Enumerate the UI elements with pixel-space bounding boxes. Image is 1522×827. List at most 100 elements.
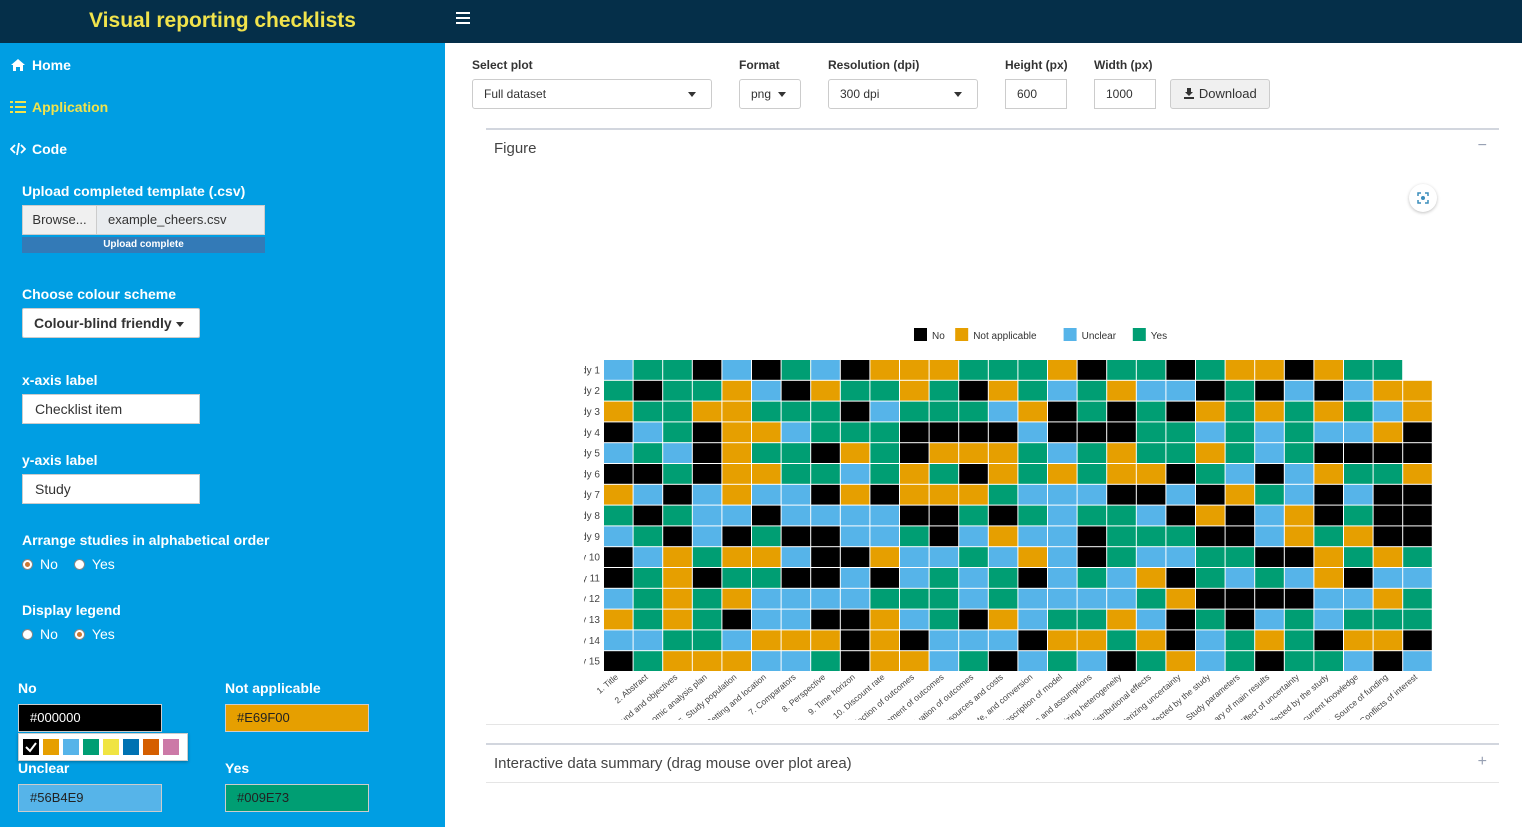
heatmap-cell xyxy=(1225,588,1255,609)
heatmap-cell xyxy=(1107,443,1136,463)
heatmap-cell xyxy=(900,422,929,443)
heatmap-cell xyxy=(1403,568,1432,588)
swatch-black[interactable] xyxy=(23,739,39,755)
alphabetical-yes-radio[interactable] xyxy=(73,558,85,570)
heatmap-cell xyxy=(1196,443,1225,463)
resolution-dropdown[interactable]: 300 dpi xyxy=(828,79,978,109)
heatmap-cell xyxy=(1255,380,1284,401)
heatmap-cell xyxy=(781,484,811,505)
alphabetical-no-radio[interactable] xyxy=(22,558,33,570)
sidebar-toggle-icon[interactable] xyxy=(456,12,470,24)
nav-item-home[interactable]: Home xyxy=(10,57,71,73)
heatmap-cell xyxy=(1196,547,1225,567)
heatmap-cell xyxy=(1373,505,1403,526)
heatmap-cell xyxy=(1373,380,1403,401)
heatmap-cell xyxy=(1373,443,1403,463)
heatmap-cell xyxy=(1284,651,1314,671)
heatmap-cell xyxy=(1284,422,1314,443)
heatmap-cell xyxy=(1225,464,1255,484)
heatmap-cell xyxy=(604,443,633,463)
y-tick-label: Study 11 xyxy=(584,573,600,584)
browse-button[interactable]: Browse... xyxy=(22,205,97,235)
heatmap-cell xyxy=(692,422,722,443)
upload-progress-bar: Upload complete xyxy=(22,237,265,253)
heatmap-cell xyxy=(1196,464,1225,484)
heatmap-cell xyxy=(870,380,899,401)
main-content: Select plot Full dataset Format png Reso… xyxy=(445,43,1522,827)
heatmap-cell xyxy=(1107,360,1136,380)
swatch-orange[interactable] xyxy=(43,739,59,755)
heatmap-cell xyxy=(1018,422,1047,443)
color-na-input[interactable]: #E69F00 xyxy=(225,704,369,732)
colour-scheme-select[interactable]: Colour-blind friendly xyxy=(22,308,200,338)
heatmap-cell xyxy=(633,484,663,505)
heatmap-cell xyxy=(900,568,929,588)
swatch-yellow[interactable] xyxy=(103,739,119,755)
download-button[interactable]: Download xyxy=(1170,79,1270,109)
legend-key xyxy=(955,328,969,341)
chevron-down-icon xyxy=(688,92,696,97)
legend-label: Unclear xyxy=(1082,331,1117,342)
select-plot-dropdown[interactable]: Full dataset xyxy=(472,79,712,109)
heatmap-cell xyxy=(752,360,781,380)
heatmap-cell xyxy=(1077,422,1107,443)
fullscreen-button[interactable] xyxy=(1409,184,1437,212)
heatmap-cell xyxy=(870,630,899,651)
legend-yes-radio[interactable] xyxy=(73,628,85,640)
width-input[interactable]: 1000 xyxy=(1094,79,1156,109)
heatmap-cell xyxy=(1284,464,1314,484)
heatmap-cell xyxy=(1048,360,1077,380)
nav-item-application[interactable]: Application xyxy=(10,99,108,115)
swatch-vermillion[interactable] xyxy=(143,739,159,755)
heatmap-cell xyxy=(1314,609,1343,630)
heatmap-cell xyxy=(959,464,988,484)
heatmap-cell xyxy=(870,360,899,380)
heatmap-cell xyxy=(1166,443,1195,463)
heatmap-cell xyxy=(692,443,722,463)
heatmap-cell xyxy=(1344,505,1373,526)
checklist-heatmap[interactable]: NoNot applicableUnclearYesStudyStudy 1St… xyxy=(584,270,1464,720)
heatmap-cell xyxy=(752,380,781,401)
heatmap-cell xyxy=(1373,360,1403,380)
legend-no-radio[interactable] xyxy=(22,628,33,640)
height-input[interactable]: 600 xyxy=(1005,79,1067,109)
heatmap-cell xyxy=(1255,484,1284,505)
heatmap-cell xyxy=(1136,443,1166,463)
heatmap-cell xyxy=(1314,380,1343,401)
heatmap-cell xyxy=(1018,484,1047,505)
download-icon xyxy=(1184,88,1195,99)
expand-icon[interactable]: + xyxy=(1478,753,1487,771)
heatmap-cell xyxy=(840,630,870,651)
swatch-sky-blue[interactable] xyxy=(63,739,79,755)
format-dropdown[interactable]: png xyxy=(739,79,801,109)
color-yes-input[interactable]: #009E73 xyxy=(225,784,369,812)
heatmap-cell xyxy=(1136,360,1166,380)
heatmap-cell xyxy=(1018,588,1047,609)
heatmap-cell xyxy=(633,360,663,380)
heatmap-cell xyxy=(1136,547,1166,567)
color-no-input[interactable]: #000000 xyxy=(18,704,162,732)
xaxis-input[interactable]: Checklist item xyxy=(22,394,200,424)
heatmap-cell xyxy=(811,422,840,443)
collapse-icon[interactable]: − xyxy=(1478,137,1487,155)
color-unclear-input[interactable]: #56B4E9 xyxy=(18,784,162,812)
heatmap-cell xyxy=(781,526,811,547)
swatch-green[interactable] xyxy=(83,739,99,755)
nav-item-code[interactable]: Code xyxy=(10,141,67,157)
heatmap-cell xyxy=(1373,401,1403,422)
file-name-field[interactable]: example_cheers.csv xyxy=(97,205,265,235)
swatch-blue[interactable] xyxy=(123,739,139,755)
swatch-pink[interactable] xyxy=(163,739,179,755)
heatmap-cell xyxy=(1166,380,1195,401)
yaxis-input[interactable]: Study xyxy=(22,474,200,504)
heatmap-cell xyxy=(959,401,988,422)
heatmap-cell xyxy=(988,568,1018,588)
heatmap-cell xyxy=(663,651,692,671)
select-plot-label: Select plot xyxy=(472,58,533,72)
heatmap-cell xyxy=(1255,464,1284,484)
heatmap-cell xyxy=(1403,609,1432,630)
heatmap-cell xyxy=(900,630,929,651)
heatmap-cell xyxy=(1225,360,1255,380)
heatmap-cell xyxy=(1225,443,1255,463)
file-upload: Browse... example_cheers.csv Upload comp… xyxy=(22,205,265,253)
